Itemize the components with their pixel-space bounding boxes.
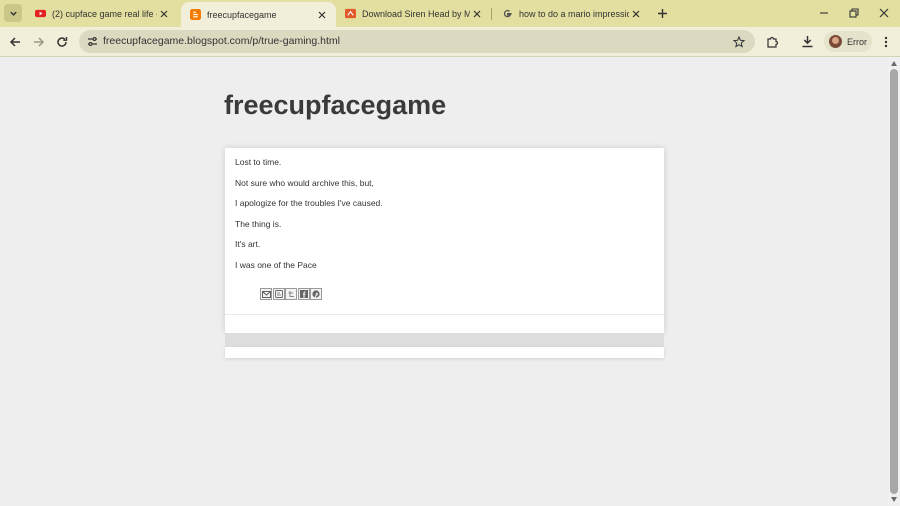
browser-toolbar: freecupfacegame.blogspot.com/p/true-gami… bbox=[0, 27, 900, 57]
scroll-down-arrow-icon[interactable] bbox=[891, 497, 897, 502]
post-text-line: It's art. bbox=[235, 239, 261, 249]
page-viewport: freecupfacegame Lost to time. Not sure w… bbox=[0, 57, 888, 506]
restore-icon bbox=[849, 8, 859, 18]
close-icon bbox=[879, 8, 889, 18]
address-bar[interactable]: freecupfacegame.blogspot.com/p/true-gami… bbox=[79, 30, 755, 53]
puzzle-piece-icon bbox=[767, 36, 779, 48]
scroll-up-arrow-icon[interactable] bbox=[891, 61, 897, 66]
avatar bbox=[829, 35, 842, 48]
tab-freecupfacegame[interactable]: freecupfacegame bbox=[181, 2, 336, 27]
minimize-button[interactable] bbox=[817, 6, 831, 20]
profile-button[interactable]: Error bbox=[824, 31, 872, 52]
post-text-line: Not sure who would archive this, but, bbox=[235, 178, 374, 188]
downloads-button[interactable] bbox=[799, 33, 816, 50]
close-icon[interactable] bbox=[157, 7, 171, 21]
tab-mario-impression[interactable]: how to do a mario impression bbox=[493, 0, 650, 27]
post-text-line: The thing is. bbox=[235, 219, 282, 229]
url-text[interactable]: freecupfacegame.blogspot.com/p/true-gami… bbox=[103, 35, 340, 47]
tab-title: Download Siren Head by Modu bbox=[362, 8, 470, 19]
footer-card bbox=[225, 347, 664, 358]
tab-strip: (2) cupface game real life - You freecup… bbox=[0, 0, 900, 27]
tab-search-button[interactable] bbox=[4, 4, 22, 22]
post-text-line: I apologize for the troubles I've caused… bbox=[235, 198, 383, 208]
post-text-line: I was one of the Pace bbox=[235, 260, 317, 270]
plus-icon bbox=[658, 9, 667, 18]
tab-title: (2) cupface game real life - You bbox=[52, 8, 157, 19]
close-window-button[interactable] bbox=[877, 6, 891, 20]
forward-button[interactable] bbox=[30, 33, 47, 50]
tab-title: how to do a mario impression bbox=[519, 8, 629, 19]
twitter-share-icon[interactable] bbox=[285, 288, 297, 300]
extensions-button[interactable] bbox=[764, 33, 781, 50]
bookmark-star-icon[interactable] bbox=[731, 34, 746, 49]
post-text-line: Lost to time. bbox=[235, 157, 282, 167]
share-buttons bbox=[260, 288, 323, 301]
reload-button[interactable] bbox=[53, 33, 70, 50]
close-icon[interactable] bbox=[315, 8, 329, 22]
close-icon[interactable] bbox=[470, 7, 484, 21]
vertical-scrollbar[interactable] bbox=[888, 57, 900, 506]
blogger-icon bbox=[190, 9, 201, 20]
restore-button[interactable] bbox=[847, 6, 861, 20]
email-share-icon[interactable] bbox=[260, 288, 272, 300]
post-card: Lost to time. Not sure who would archive… bbox=[225, 148, 664, 333]
arrow-left-icon bbox=[9, 36, 20, 47]
download-icon bbox=[802, 36, 813, 48]
blogthis-share-icon[interactable] bbox=[272, 288, 285, 300]
back-button[interactable] bbox=[6, 33, 23, 50]
facebook-share-icon[interactable] bbox=[297, 288, 310, 300]
more-vert-icon bbox=[884, 36, 887, 47]
arrow-right-icon bbox=[33, 36, 44, 47]
post-gap-band bbox=[225, 333, 664, 347]
close-icon[interactable] bbox=[629, 7, 643, 21]
minimize-icon bbox=[820, 12, 828, 14]
download-site-icon bbox=[345, 8, 356, 19]
blog-title[interactable]: freecupfacegame bbox=[224, 90, 446, 121]
tab-siren-head[interactable]: Download Siren Head by Modu bbox=[336, 0, 491, 27]
profile-status-label: Error bbox=[847, 36, 867, 47]
reload-icon bbox=[56, 36, 67, 47]
tab-separator bbox=[491, 8, 492, 20]
site-info-icon[interactable] bbox=[85, 34, 99, 48]
tab-youtube[interactable]: (2) cupface game real life - You bbox=[26, 0, 178, 27]
chevron-down-icon bbox=[9, 11, 17, 16]
post-footer-divider bbox=[225, 314, 664, 315]
tab-title: freecupfacegame bbox=[207, 9, 277, 20]
scrollbar-thumb[interactable] bbox=[890, 69, 898, 494]
pinterest-share-icon[interactable] bbox=[310, 288, 322, 300]
browser-menu-button[interactable] bbox=[877, 33, 894, 50]
youtube-icon bbox=[35, 9, 46, 18]
google-icon bbox=[503, 9, 512, 18]
new-tab-button[interactable] bbox=[655, 6, 670, 21]
